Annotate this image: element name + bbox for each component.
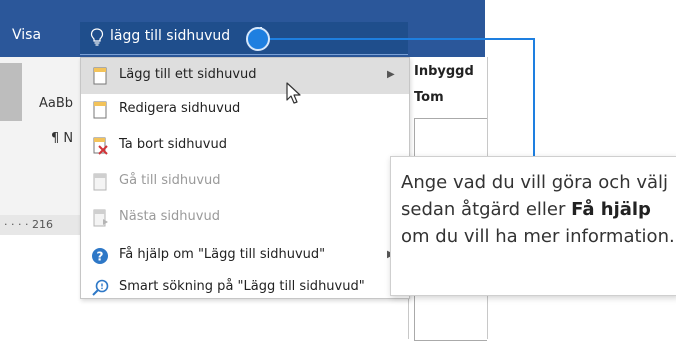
tell-me-results-menu: Lägg till ett sidhuvud ▶ Redigera sidhuv… <box>80 57 410 299</box>
menu-item-next-header[interactable]: Nästa sidhuvud <box>81 200 409 236</box>
paragraph-style-sample[interactable]: ¶ N <box>51 131 73 146</box>
menu-item-edit-header[interactable]: Redigera sidhuvud <box>81 92 409 128</box>
help-icon: ? <box>92 248 108 264</box>
ruler-value: · · · · 216 <box>4 218 53 231</box>
menu-item-label: Gå till sidhuvud <box>119 173 221 188</box>
menu-item-goto-header[interactable]: Gå till sidhuvud <box>81 164 409 200</box>
menu-item-label: Lägg till ett sidhuvud <box>119 67 257 82</box>
ribbon-gallery-scroll[interactable] <box>0 63 22 121</box>
style-gallery-sample[interactable]: AaBb <box>39 96 73 111</box>
lightbulb-icon <box>90 28 104 46</box>
callout-connector-vertical <box>533 38 535 156</box>
menu-item-label: Nästa sidhuvud <box>119 209 220 224</box>
callout-bold-text: Få hjälp <box>571 199 651 220</box>
callout-text: Ange vad du vill göra och välj sedan åtg… <box>401 169 676 250</box>
callout-connector-horizontal <box>268 38 534 40</box>
search-input-text[interactable]: lägg till sidhuvud <box>110 28 230 44</box>
menu-item-label: Få hjälp om "Lägg till sidhuvud" <box>119 247 326 262</box>
mouse-pointer-icon <box>286 82 301 104</box>
smart-lookup-icon <box>92 279 109 296</box>
tab-visa[interactable]: Visa <box>12 27 41 43</box>
header-remove-icon <box>93 137 108 155</box>
submenu-arrow-icon: ▶ <box>387 69 395 80</box>
menu-item-smart-lookup[interactable]: Smart sökning på "Lägg till sidhuvud" <box>81 270 409 306</box>
menu-item-label: Redigera sidhuvud <box>119 101 241 116</box>
callout-tooltip: Ange vad du vill göra och välj sedan åtg… <box>390 156 676 296</box>
menu-item-add-header[interactable]: Lägg till ett sidhuvud ▶ <box>81 58 409 94</box>
header-page-icon <box>93 67 107 85</box>
header-edit-icon <box>93 101 107 119</box>
gallery-subheading: Tom <box>414 90 444 105</box>
menu-item-get-help[interactable]: ? Få hjälp om "Lägg till sidhuvud" ▶ <box>81 238 409 274</box>
gallery-heading: Inbyggd <box>414 64 474 79</box>
next-header-icon <box>93 209 108 227</box>
menu-item-label: Smart sökning på "Lägg till sidhuvud" <box>119 279 365 294</box>
menu-item-remove-header[interactable]: Ta bort sidhuvud <box>81 128 409 164</box>
svg-text:?: ? <box>97 250 104 264</box>
callout-text-part: om du vill ha mer information. <box>401 226 675 247</box>
menu-item-label: Ta bort sidhuvud <box>119 137 227 152</box>
callout-marker-dot <box>246 27 270 51</box>
goto-header-icon <box>93 173 107 191</box>
